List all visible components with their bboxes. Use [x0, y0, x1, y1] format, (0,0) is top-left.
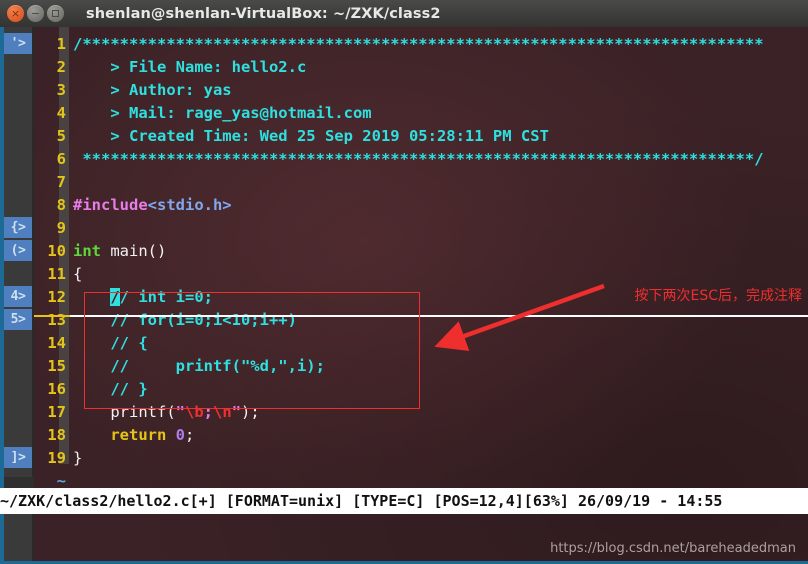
line-content: /***************************************… [73, 35, 764, 53]
line-number: 9 [56, 219, 66, 237]
mark-19[interactable]: ]> [4, 447, 32, 468]
minimize-icon: − [30, 7, 41, 20]
code-line[interactable]: 8 #include<stdio.h> [34, 194, 808, 217]
line-content: printf("\b;\n"); [73, 403, 260, 421]
code-line[interactable]: 5 > Created Time: Wed 25 Sep 2019 05:28:… [34, 125, 808, 148]
maximize-button[interactable] [47, 5, 64, 22]
code-line[interactable]: 16 // } [34, 378, 808, 401]
status-line: ~/ZXK/class2/hello2.c[+] [FORMAT=unix] [… [0, 488, 808, 514]
cursor-line-highlight [34, 315, 808, 317]
line-content: // printf("%d,",i); [73, 357, 325, 375]
window-titlebar: × − shenlan@shenlan-VirtualBox: ~/ZXK/cl… [0, 0, 808, 28]
window-title: shenlan@shenlan-VirtualBox: ~/ZXK/class2 [86, 5, 441, 22]
line-content: // for(i=0;i<10;i++) [73, 311, 297, 329]
line-number: 12 [47, 288, 66, 306]
line-content: } [73, 449, 83, 467]
line-number: 17 [47, 403, 66, 421]
code-line[interactable]: 17 printf("\b;\n"); [34, 401, 808, 424]
close-icon: × [10, 7, 21, 20]
line-number: 5 [56, 127, 66, 145]
code-line[interactable]: 2 > File Name: hello2.c [34, 56, 808, 79]
line-number: 8 [56, 196, 66, 214]
line-content: // { [73, 334, 148, 352]
line-number: 7 [56, 173, 66, 191]
watermark: https://blog.csdn.net/bareheadedman [550, 541, 796, 556]
line-content: ****************************************… [73, 150, 764, 168]
line-content: #include<stdio.h> [73, 196, 232, 214]
code-line[interactable]: 11 { [34, 263, 808, 286]
mark-9[interactable]: {> [4, 217, 32, 238]
window-controls: × − [7, 5, 64, 22]
line-number: 3 [56, 81, 66, 99]
cursor-line-gutter-highlight [34, 315, 70, 317]
code-line[interactable]: 13 // for(i=0;i<10;i++) [34, 309, 808, 332]
line-content: // } [73, 380, 148, 398]
code-line[interactable]: 7 [34, 171, 808, 194]
code-line[interactable]: 9 [34, 217, 808, 240]
code-line[interactable]: 6 **************************************… [34, 148, 808, 171]
code-area[interactable]: 1/**************************************… [34, 27, 808, 513]
vim-editor[interactable]: '> {> (> 4> 5>]> 1/*************************… [0, 27, 808, 564]
line-content: > Mail: rage_yas@hotmail.com [73, 104, 372, 122]
code-line[interactable]: 15 // printf("%d,",i); [34, 355, 808, 378]
line-number: 18 [47, 426, 66, 444]
mark-12[interactable]: 4> [4, 286, 32, 307]
line-number: 16 [47, 380, 66, 398]
code-line[interactable]: 4 > Mail: rage_yas@hotmail.com [34, 102, 808, 125]
code-line[interactable]: 18 return 0; [34, 424, 808, 447]
maximize-icon [52, 10, 59, 17]
line-number: 15 [47, 357, 66, 375]
line-number: 10 [47, 242, 66, 260]
code-line[interactable]: 10 int main() [34, 240, 808, 263]
code-line[interactable]: 1 /**************************************… [34, 33, 808, 56]
status-stub [4, 477, 34, 488]
mark-1[interactable]: '> [4, 33, 32, 54]
code-line[interactable]: 19} [34, 447, 808, 470]
close-button[interactable]: × [7, 5, 24, 22]
mark-13[interactable]: 5> [4, 309, 32, 330]
line-number: 13 [47, 311, 66, 329]
line-content: { [73, 265, 83, 283]
line-number: 4 [56, 104, 66, 122]
line-number: 6 [56, 150, 66, 168]
line-number: 1 [56, 35, 66, 53]
line-content: > Created Time: Wed 25 Sep 2019 05:28:11… [73, 127, 549, 145]
resize-grip[interactable] [794, 550, 808, 564]
line-number: 11 [47, 265, 66, 283]
terminal-window: × − shenlan@shenlan-VirtualBox: ~/ZXK/cl… [0, 0, 808, 564]
code-line[interactable]: 3 > Author: yas [34, 79, 808, 102]
line-number: 14 [47, 334, 66, 352]
line-content: int main() [73, 242, 167, 260]
line-number: 19 [47, 449, 66, 467]
code-line[interactable]: 14 // { [34, 332, 808, 355]
text-cursor: / [110, 288, 120, 306]
minimize-button[interactable]: − [27, 5, 44, 22]
line-content: > File Name: hello2.c [73, 58, 307, 76]
annotation-label: 按下两次ESC后，完成注释 [634, 288, 802, 304]
line-number: 2 [56, 58, 66, 76]
mark-10[interactable]: (> [4, 240, 32, 261]
line-content: return 0; [110, 426, 195, 444]
line-content: > Author: yas [73, 81, 232, 99]
line-content: // int i=0; [110, 288, 213, 306]
